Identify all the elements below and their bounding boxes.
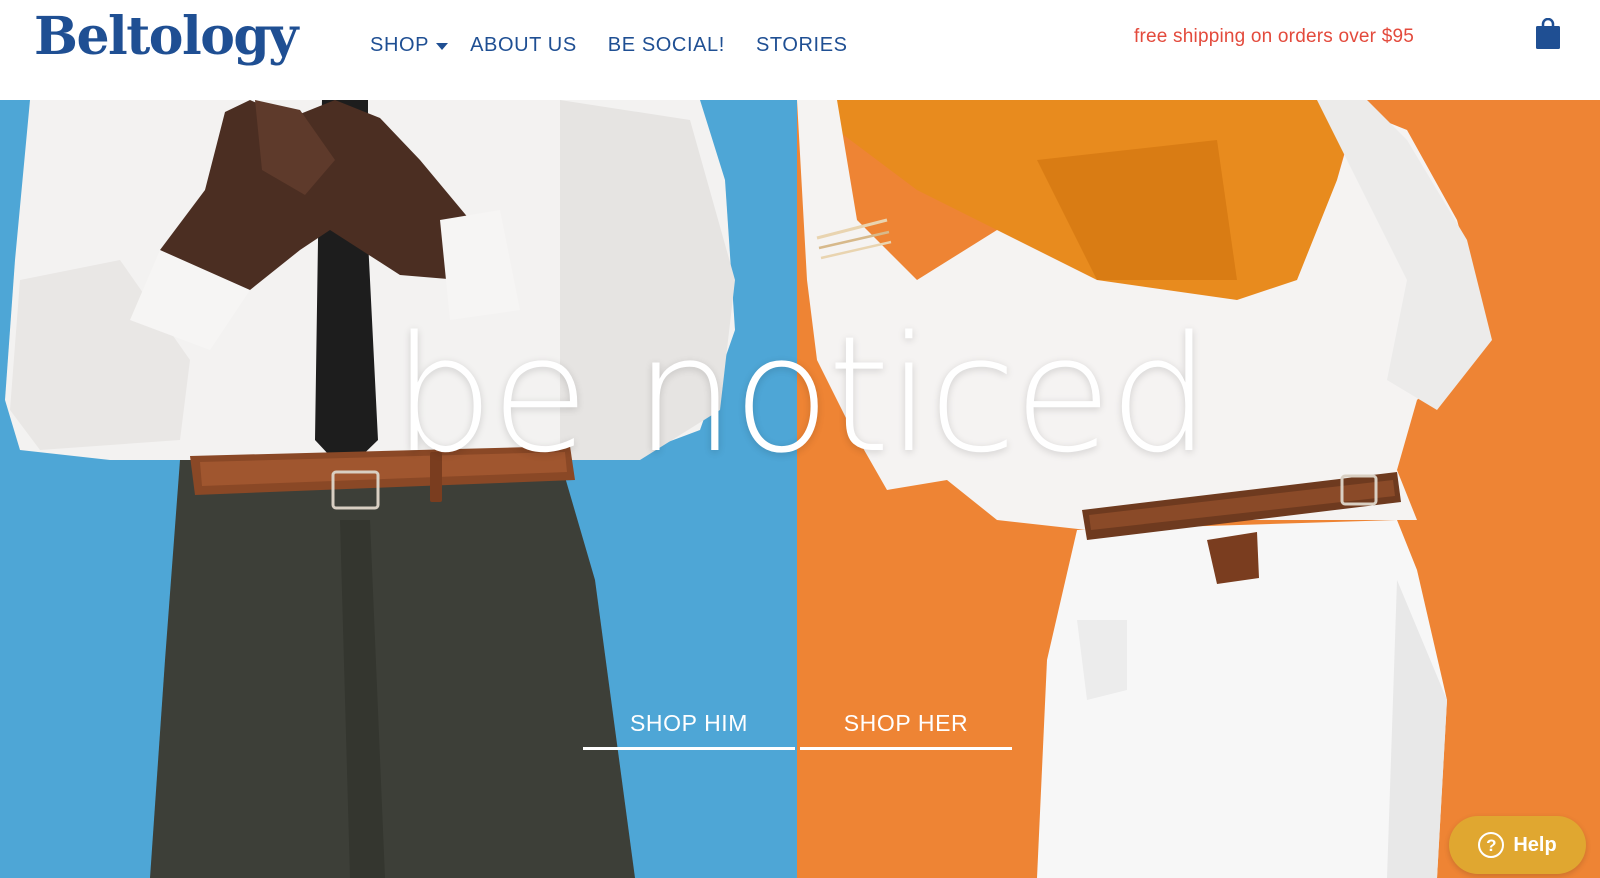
brand-logo[interactable]: Beltology bbox=[34, 2, 299, 72]
shop-him-button[interactable]: SHOP HIM bbox=[583, 700, 795, 750]
help-label: Help bbox=[1513, 833, 1557, 856]
main-nav: SHOP ABOUT US BE SOCIAL! STORIES bbox=[370, 30, 848, 60]
site-header: Beltology SHOP ABOUT US BE SOCIAL! STORI… bbox=[0, 0, 1600, 100]
man-outfit-image bbox=[5, 100, 735, 878]
hero-him-panel[interactable] bbox=[0, 100, 797, 878]
woman-outfit-image bbox=[797, 100, 1492, 878]
hero-banner: be noticed SHOP HIM SHOP HER bbox=[0, 100, 1600, 878]
nav-item-stories[interactable]: STORIES bbox=[756, 34, 848, 57]
hero-tagline: be noticed bbox=[392, 301, 1210, 488]
question-circle-icon: ? bbox=[1478, 832, 1505, 858]
nav-item-about-us[interactable]: ABOUT US bbox=[470, 34, 577, 57]
nav-item-shop-label: SHOP bbox=[370, 33, 430, 56]
hero-her-panel[interactable] bbox=[797, 100, 1600, 878]
nav-item-be-social[interactable]: BE SOCIAL! bbox=[608, 34, 725, 57]
shop-her-button[interactable]: SHOP HER bbox=[800, 700, 1012, 750]
nav-item-shop[interactable]: SHOP bbox=[370, 33, 449, 57]
shopping-bag-icon[interactable] bbox=[1534, 17, 1562, 50]
help-button[interactable]: ? Help bbox=[1449, 816, 1586, 874]
chevron-down-icon bbox=[436, 43, 449, 50]
free-shipping-banner: free shipping on orders over $95 bbox=[1134, 26, 1414, 47]
